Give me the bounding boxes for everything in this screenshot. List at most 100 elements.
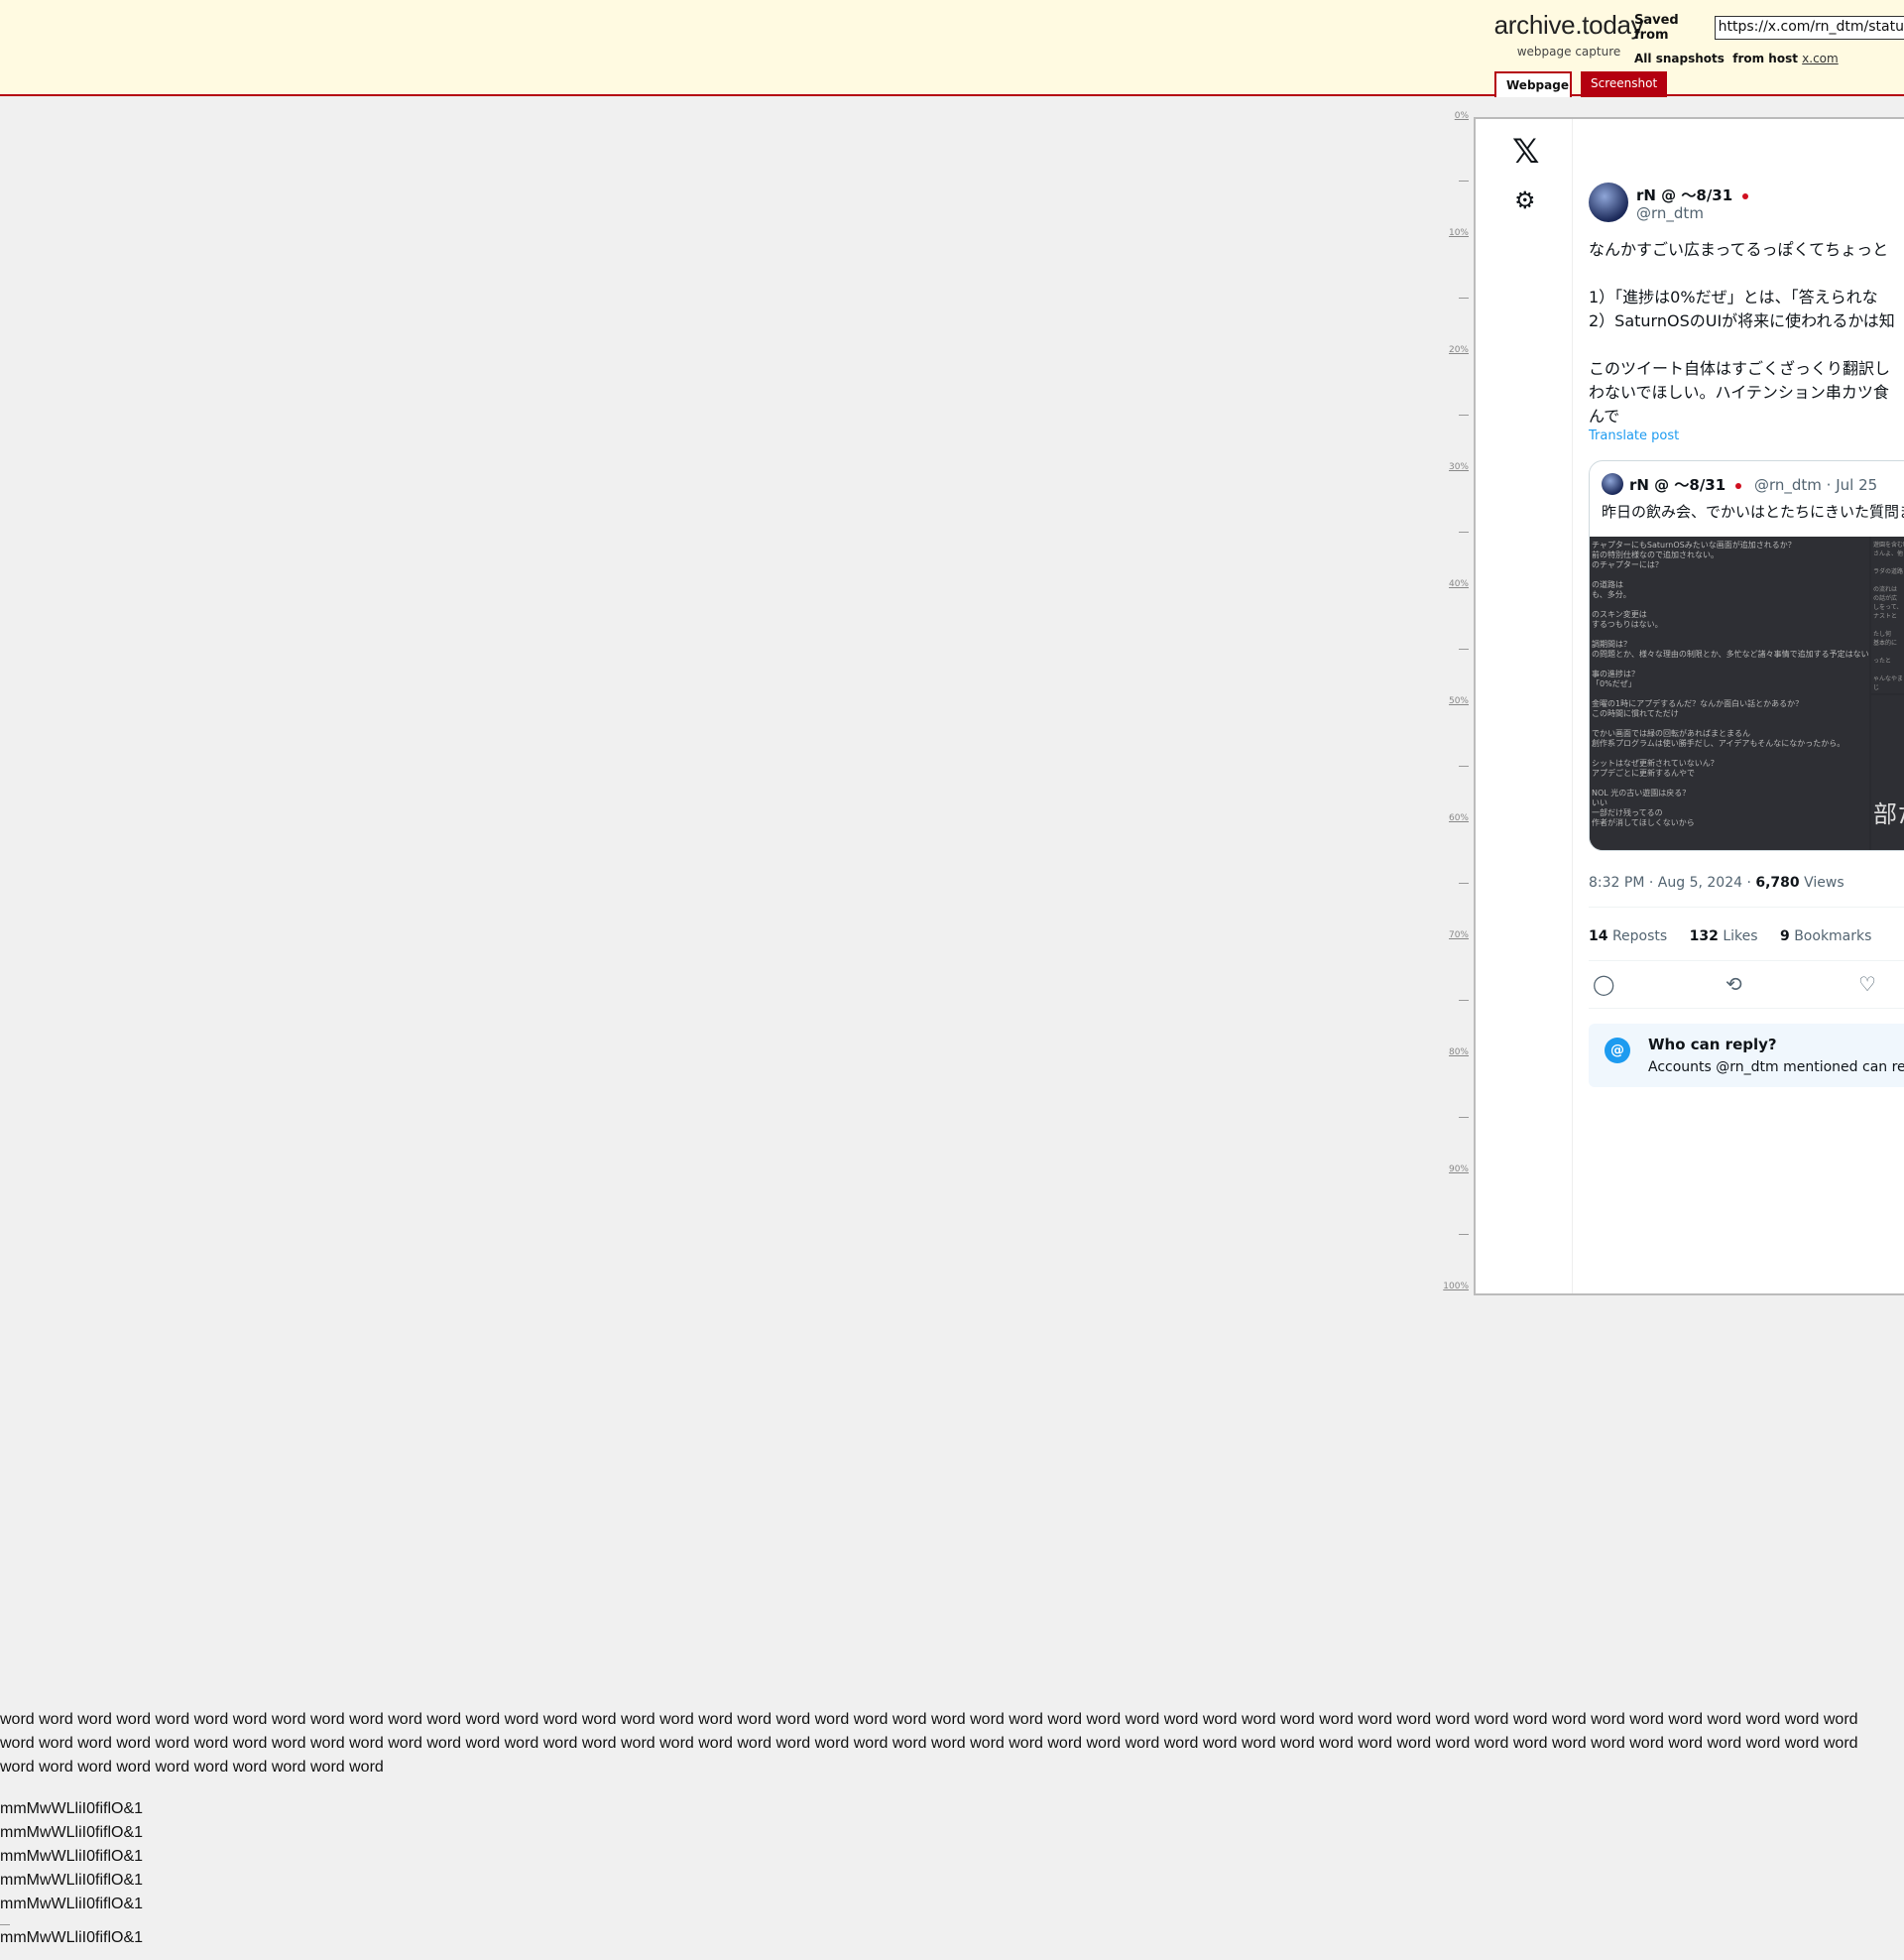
image-text-line: のスキン変更は — [1592, 610, 1647, 619]
image-side-line: たし何 — [1873, 631, 1892, 638]
tweet-date[interactable]: Aug 5, 2024 — [1658, 875, 1742, 891]
image-text-line — [1592, 630, 1867, 640]
ruler-label[interactable]: 80% — [1429, 1047, 1469, 1057]
quote-author: rN @ 〜8/31 — [1629, 476, 1726, 494]
glyph-row: mmMwWLliI0fiflO&1 — [0, 1872, 144, 1889]
image-text-line — [1592, 749, 1867, 759]
repost-icon[interactable]: ⟲ — [1726, 972, 1742, 996]
views-count: 6,780 — [1755, 875, 1800, 891]
x-sidebar: 𝕏 ⚙ — [1476, 119, 1573, 1293]
glyph-separator — [0, 1924, 10, 1925]
quote-image-big-char: 部た — [1871, 695, 1904, 850]
image-side-line: の話が広 — [1873, 595, 1898, 602]
image-text-line — [1592, 600, 1867, 610]
ruler-label[interactable]: 20% — [1429, 345, 1469, 355]
likes-count[interactable]: 132 — [1690, 928, 1719, 944]
glyph-row: mmMwWLliI0fiflO&1 — [0, 1848, 144, 1865]
image-text-line: シットはなぜ更新されていないん？ — [1592, 759, 1719, 768]
ruler-label[interactable]: 100% — [1429, 1282, 1469, 1291]
quote-header: rN @ 〜8/31 @rn_dtm · Jul 25 — [1629, 474, 1877, 495]
likes-label[interactable]: Likes — [1723, 928, 1757, 944]
divider — [1589, 907, 1904, 908]
image-side-line: ラダの道路 — [1873, 568, 1904, 575]
image-text-line: アプデごとに更新するんやで — [1592, 769, 1695, 778]
ruler-label[interactable]: 0% — [1429, 111, 1469, 121]
ruler-tick — [1459, 1117, 1469, 1118]
tweet-line: んで — [1589, 407, 1620, 426]
image-text-line: も、多分。 — [1592, 590, 1631, 599]
reposts-count[interactable]: 14 — [1589, 928, 1607, 944]
tweet-time[interactable]: 8:32 PM — [1589, 875, 1644, 891]
image-text-line: の道路は — [1592, 580, 1623, 589]
views-label: Views — [1804, 875, 1844, 891]
ruler-label[interactable]: 30% — [1429, 462, 1469, 472]
glyph-row: mmMwWLliI0fiflO&1 — [0, 1824, 144, 1841]
image-text-line: NOL 光の古い遊園は戻る？ — [1592, 789, 1691, 797]
glyph-sample: mmMwWLliI0fiflO&1 mmMwWLliI0fiflO&1 mmMw… — [0, 1797, 143, 1950]
captured-page-frame: 𝕏 ⚙ rN @ 〜8/31 @rn_dtm なんかすごい広まってるっぽくてちょ… — [1474, 117, 1904, 1295]
ruler-label[interactable]: 50% — [1429, 696, 1469, 706]
glyph-row: mmMwWLliI0fiflO&1 — [0, 1929, 144, 1946]
image-side-line: ゃんなやま — [1873, 675, 1904, 682]
image-side-line: じ — [1873, 684, 1880, 691]
image-text-line — [1592, 660, 1867, 670]
image-side-line — [1873, 648, 1904, 657]
image-side-line — [1873, 666, 1904, 674]
ruler-tick — [1459, 1000, 1469, 1001]
ruler-label[interactable]: 60% — [1429, 813, 1469, 823]
ruler-label[interactable]: 70% — [1429, 930, 1469, 940]
quote-avatar — [1602, 473, 1623, 495]
reply-icon[interactable]: ◯ — [1593, 972, 1614, 996]
quote-text: 昨日の飲み会、でかいはとたちにきいた質問ま — [1602, 503, 1904, 521]
japan-flag-icon — [1742, 192, 1749, 199]
bookmarks-count[interactable]: 9 — [1780, 928, 1790, 944]
settings-icon[interactable]: ⚙ — [1514, 188, 1536, 212]
image-text-line: いい — [1592, 798, 1607, 807]
divider — [1589, 960, 1904, 961]
who-can-reply-box: @ Who can reply? Accounts @rn_dtm mentio… — [1589, 1024, 1904, 1087]
image-text-line — [1592, 719, 1867, 729]
image-text-line: 調期間は？ — [1592, 640, 1631, 649]
image-text-line: 事の進捗は？ — [1592, 670, 1639, 678]
saved-url-input[interactable]: https://x.com/rn_dtm/status/1 — [1714, 16, 1904, 40]
reply-restriction-text: Accounts @rn_dtm mentioned can reply — [1648, 1059, 1904, 1075]
avatar[interactable] — [1589, 183, 1628, 222]
tweet-actions: ◯ ⟲ ♡ — [1589, 966, 1904, 1006]
all-snapshots-label[interactable]: All snapshots — [1634, 52, 1725, 65]
saved-from: Saved from https://x.com/rn_dtm/status/1 — [1634, 13, 1904, 43]
like-icon[interactable]: ♡ — [1858, 972, 1876, 996]
tweet-line: わないでほしい。ハイテンション串カツ食 — [1589, 383, 1889, 402]
tab-webpage[interactable]: Webpage — [1494, 71, 1572, 97]
quote-image-text: チャプターにもSaturnOSみたいな画面が追加されるか？ 前の特別仕様なので追加… — [1590, 537, 1869, 850]
reposts-label[interactable]: Reposts — [1612, 928, 1667, 944]
image-text-line: 前の特別仕様なので追加されない。 — [1592, 551, 1719, 559]
image-side-line: 基本的に — [1873, 640, 1898, 647]
quote-meta: @rn_dtm · Jul 25 — [1753, 476, 1878, 494]
tweet-body: なんかすごい広まってるっぽくてちょっと 1）「進捗は0%だぜ」とは、「答えられな… — [1589, 238, 1904, 452]
ruler-label[interactable]: 10% — [1429, 228, 1469, 238]
tweet-author[interactable]: rN @ 〜8/31 — [1636, 184, 1749, 205]
word-row: word word word word word word word word … — [0, 1711, 1858, 1728]
author-name[interactable]: rN @ 〜8/31 — [1636, 186, 1732, 204]
ruler-label[interactable]: 40% — [1429, 579, 1469, 589]
ruler-label[interactable]: 90% — [1429, 1164, 1469, 1174]
divider — [1589, 1008, 1904, 1009]
tweet-line: 1）「進捗は0%だぜ」とは、「答えられな — [1589, 288, 1878, 306]
saved-from-label: Saved from — [1634, 13, 1679, 43]
tweet-handle[interactable]: @rn_dtm — [1636, 204, 1704, 222]
x-logo-icon[interactable]: 𝕏 — [1512, 135, 1539, 169]
ruler-tick — [1459, 532, 1469, 533]
translate-post-link[interactable]: Translate post — [1589, 429, 1679, 443]
ruler-tick — [1459, 415, 1469, 416]
bookmarks-label[interactable]: Bookmarks — [1794, 928, 1871, 944]
ruler-tick — [1459, 1234, 1469, 1235]
quoted-tweet[interactable]: rN @ 〜8/31 @rn_dtm · Jul 25 昨日の飲み会、でかいはと… — [1589, 460, 1904, 851]
image-side-line: の流れは — [1873, 586, 1898, 593]
image-side-line — [1873, 576, 1904, 585]
quote-image[interactable]: チャプターにもSaturnOSみたいな画面が追加されるか？ 前の特別仕様なので追加… — [1590, 537, 1904, 850]
ruler-tick — [1459, 298, 1469, 299]
tab-screenshot[interactable]: Screenshot — [1581, 71, 1667, 97]
ruler-tick — [1459, 181, 1469, 182]
host-link[interactable]: x.com — [1802, 52, 1839, 65]
word-row: word word word word word word word word … — [0, 1735, 1858, 1752]
